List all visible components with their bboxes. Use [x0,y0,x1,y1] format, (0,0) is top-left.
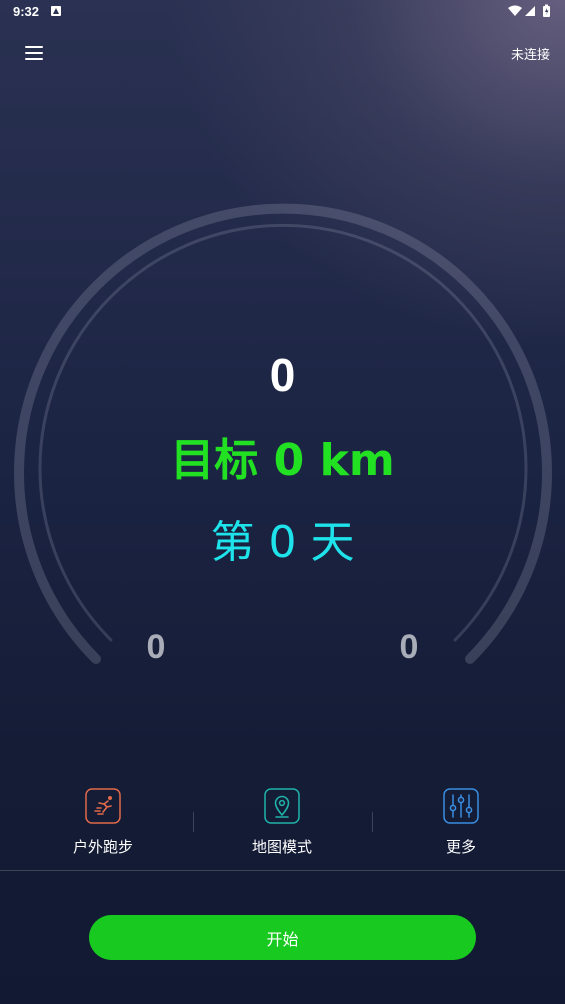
mode-outdoor-run-label: 户外跑步 [72,838,133,856]
section-divider [0,870,565,871]
right-value: 0 [399,628,419,666]
left-value: 0 [146,628,166,666]
mode-map[interactable]: 地图模式 [217,786,347,862]
mode-selector: 户外跑步 地图模式 更多 [0,786,565,866]
mode-more[interactable]: 更多 [396,786,526,862]
mode-outdoor-run[interactable]: 户外跑步 [38,786,168,862]
mode-divider [193,812,194,832]
main-value: 0 [269,349,296,401]
mode-divider [372,812,373,832]
outdoor-run-icon [85,788,121,824]
start-button[interactable]: 开始 [89,915,476,960]
mode-map-label: 地图模式 [251,838,312,856]
sliders-icon [443,788,479,824]
goal-distance: 目标 0 km [170,435,395,486]
map-pin-icon [264,788,300,824]
day-count: 第 0 天 [210,517,355,568]
mode-more-label: 更多 [445,838,476,856]
